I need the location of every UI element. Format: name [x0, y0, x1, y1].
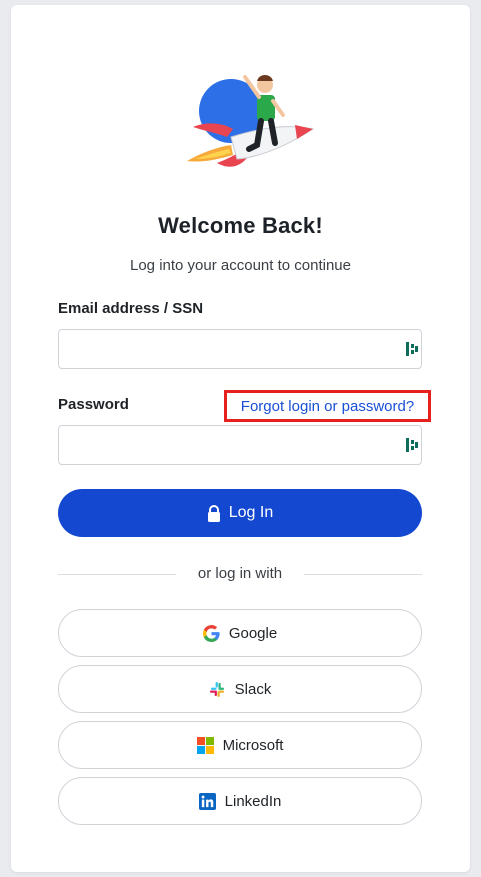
password-label: Password: [58, 396, 129, 413]
linkedin-login-button[interactable]: LinkedIn: [58, 777, 422, 825]
microsoft-login-button[interactable]: Microsoft: [58, 721, 422, 769]
rocket-rider-illustration: [187, 75, 315, 167]
password-manager-icon[interactable]: [406, 342, 418, 356]
forgot-login-link[interactable]: Forgot login or password?: [224, 390, 431, 422]
google-login-button[interactable]: Google: [58, 609, 422, 657]
sso-divider: or log in with: [58, 565, 422, 583]
microsoft-login-label: Microsoft: [222, 736, 284, 754]
google-icon: [202, 624, 220, 642]
slack-login-label: Slack: [234, 680, 272, 698]
password-field-container: [58, 425, 422, 465]
slack-icon: [209, 681, 224, 697]
password-manager-icon[interactable]: [406, 438, 418, 452]
email-field-container: [58, 329, 422, 369]
linkedin-login-label: LinkedIn: [224, 792, 282, 810]
linkedin-icon: [198, 792, 216, 810]
email-input[interactable]: [59, 330, 409, 366]
password-input[interactable]: [59, 426, 409, 462]
slack-login-button[interactable]: Slack: [58, 665, 422, 713]
divider-line-right: [304, 574, 422, 575]
login-button[interactable]: Log In: [58, 489, 422, 537]
lock-icon: [207, 504, 220, 522]
page-title: Welcome Back!: [158, 213, 323, 238]
login-card: Welcome Back! Log into your account to c…: [11, 5, 470, 872]
email-label: Email address / SSN: [58, 300, 204, 317]
login-button-label: Log In: [228, 504, 274, 521]
google-login-label: Google: [228, 624, 278, 642]
microsoft-icon: [196, 736, 214, 754]
page-subtitle: Log into your account to continue: [130, 257, 351, 274]
